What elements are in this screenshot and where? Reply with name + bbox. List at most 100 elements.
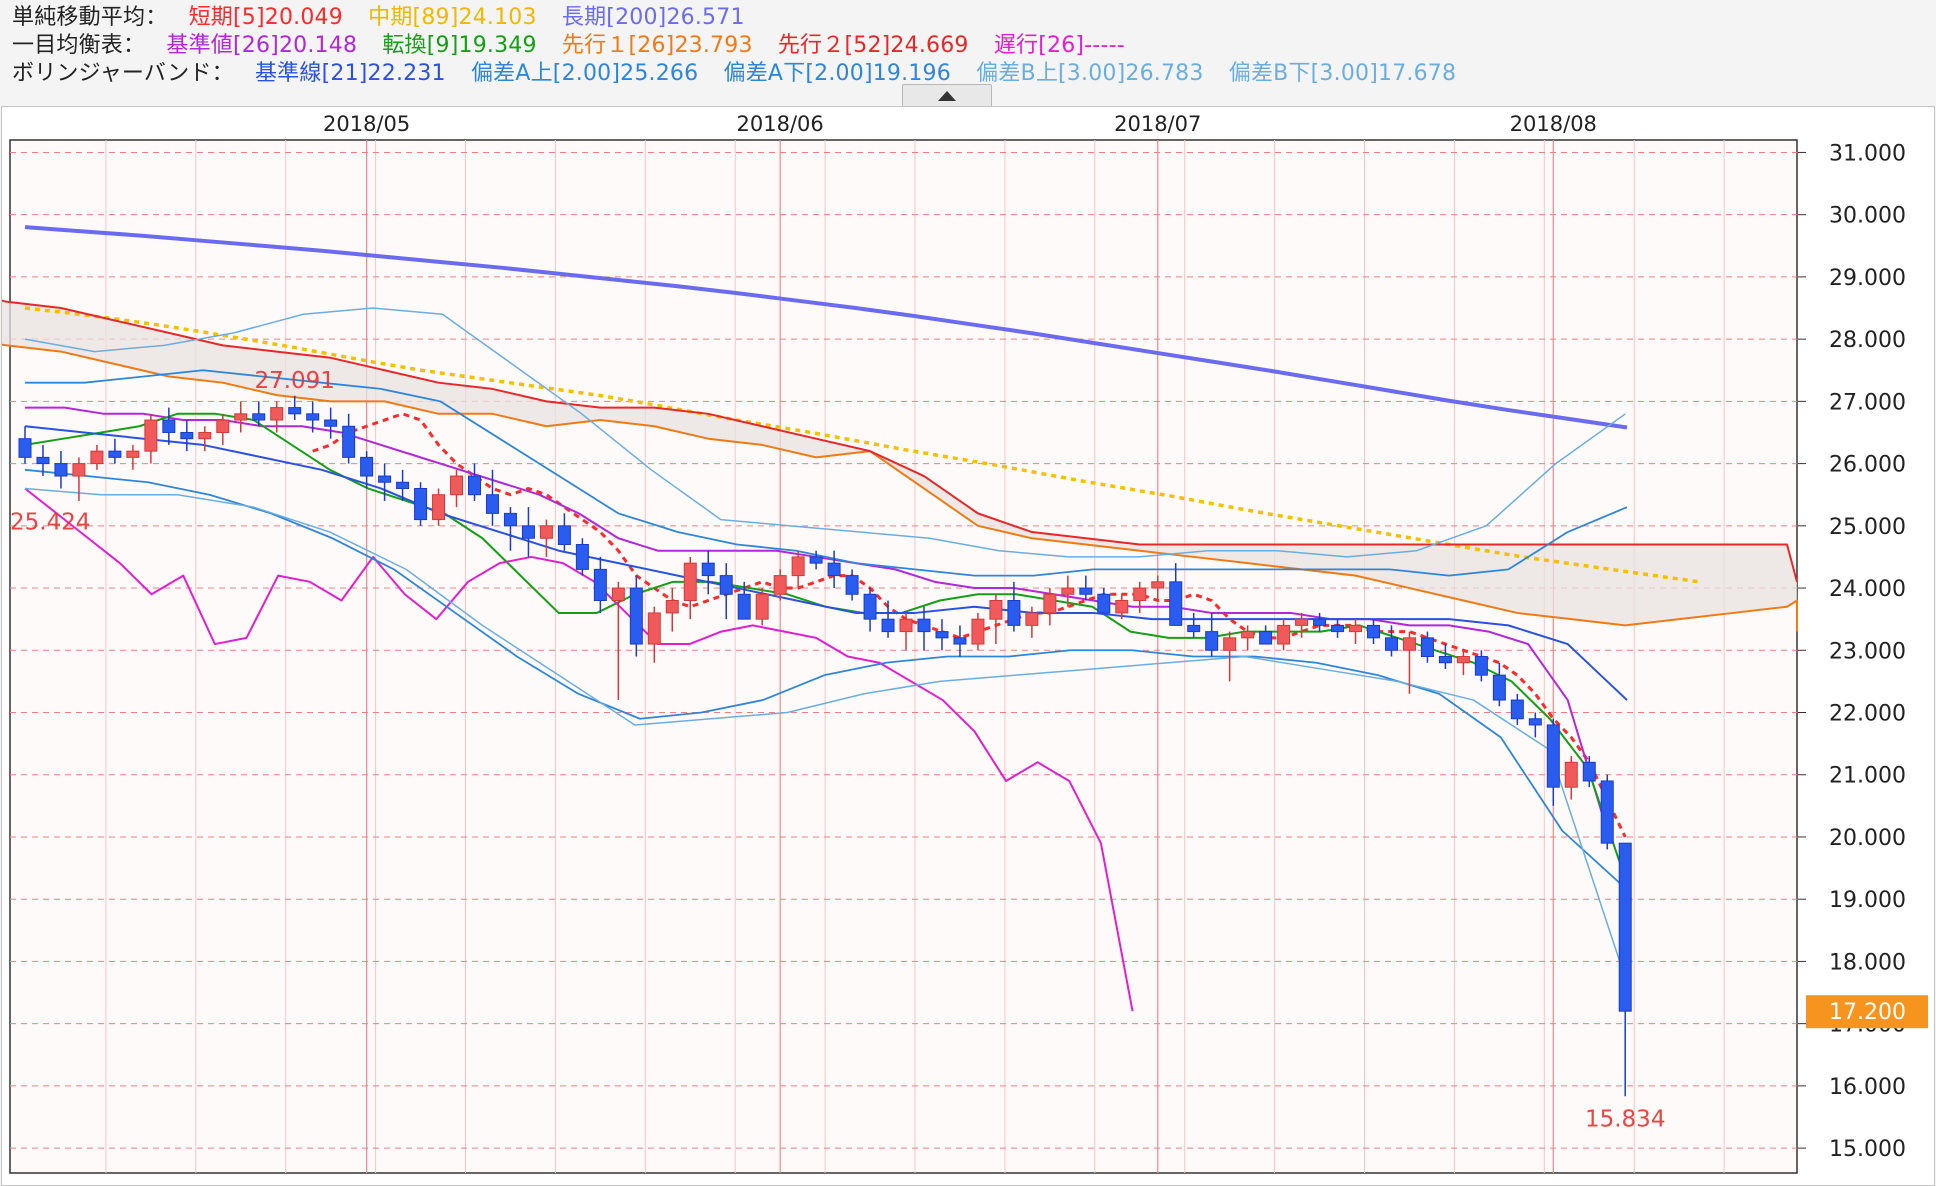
candle-body bbox=[396, 481, 410, 489]
candle-body bbox=[288, 407, 302, 415]
candle-body bbox=[1367, 624, 1380, 639]
candle-body bbox=[719, 575, 733, 595]
candle-body bbox=[521, 525, 535, 539]
chevron-up-icon bbox=[938, 91, 956, 101]
legend-bb-b-lower: 偏差B下[3.00]17.678 bbox=[1228, 61, 1457, 86]
candle-body bbox=[1007, 599, 1021, 626]
legend-row-ichimoku: 一目均衡表： 基準値[26]20.148 転換[9]19.349 先行１[26]… bbox=[12, 32, 1143, 60]
candle-body bbox=[917, 618, 931, 633]
candle-body bbox=[1223, 637, 1237, 651]
candle-body bbox=[1241, 631, 1255, 639]
candle-body bbox=[414, 487, 428, 521]
candle-body bbox=[1313, 618, 1327, 626]
current-price-label: 17.200 bbox=[1829, 1000, 1906, 1025]
y-tick-label-6: 25.000 bbox=[1829, 515, 1906, 540]
candle-body bbox=[432, 494, 446, 521]
candle-body bbox=[1510, 699, 1524, 720]
legend-ichimoku-chikou: 遅行[26]----- bbox=[993, 33, 1125, 58]
annotation-label-2: 15.834 bbox=[1585, 1106, 1665, 1132]
candle-body bbox=[989, 599, 1003, 620]
candle-body bbox=[72, 463, 86, 477]
candle-body bbox=[18, 438, 32, 458]
candle-body bbox=[629, 587, 643, 645]
x-tick-label-0: 2018/05 bbox=[323, 112, 410, 136]
candle-body bbox=[306, 413, 320, 421]
candle-body bbox=[809, 556, 823, 564]
legend-bb-b-upper: 偏差B上[3.00]26.783 bbox=[976, 61, 1204, 86]
candle-body bbox=[324, 419, 338, 427]
candle-body bbox=[827, 562, 841, 577]
candle-body bbox=[90, 450, 104, 465]
legend-bb-a-upper: 偏差A上[2.00]25.266 bbox=[470, 61, 699, 86]
candle-body bbox=[1600, 780, 1614, 844]
candle-body bbox=[863, 593, 877, 620]
legend-sma-long: 長期[200]26.571 bbox=[561, 5, 745, 30]
candle-body bbox=[1564, 761, 1578, 788]
candle-body bbox=[611, 587, 625, 601]
legend-sma-mid: 中期[89]24.103 bbox=[368, 5, 537, 30]
y-tick-label-0: 31.000 bbox=[1829, 141, 1906, 166]
candle-body bbox=[1205, 631, 1219, 651]
candle-body bbox=[180, 431, 194, 440]
y-tick-label-3: 28.000 bbox=[1829, 328, 1906, 353]
y-tick-label-15: 16.000 bbox=[1829, 1075, 1906, 1100]
candle-body bbox=[162, 419, 176, 433]
legend-ichimoku-senkou2: 先行２[52]24.669 bbox=[777, 33, 969, 58]
annotation-label-0: 27.091 bbox=[254, 368, 334, 394]
y-tick-label-1: 30.000 bbox=[1829, 204, 1906, 229]
candle-body bbox=[1618, 842, 1632, 1012]
chart-frame: 2018/05 2018/06 2018/07 2018/08 31.000 30.000… bbox=[1, 106, 1935, 1186]
y-tick-label-10: 21.000 bbox=[1829, 764, 1906, 789]
candle-body bbox=[791, 556, 805, 577]
candle-body bbox=[665, 599, 679, 614]
candle-body bbox=[1061, 587, 1075, 595]
candle-body bbox=[737, 593, 751, 620]
price-chart[interactable]: 2018/05 2018/06 2018/07 2018/08 31.000 30.000… bbox=[2, 107, 1934, 1185]
x-tick-label-1: 2018/06 bbox=[737, 112, 824, 136]
candle-body bbox=[773, 575, 787, 595]
candle-body bbox=[539, 525, 553, 539]
candle-body bbox=[1097, 593, 1111, 614]
candle-body bbox=[252, 413, 266, 421]
candle-body bbox=[1169, 581, 1183, 626]
candle-body bbox=[198, 431, 212, 440]
candle-body bbox=[485, 494, 499, 514]
candle-body bbox=[1402, 637, 1416, 651]
y-tick-label-2: 29.000 bbox=[1829, 266, 1906, 291]
legend-sma-short: 短期[5]20.049 bbox=[188, 5, 343, 30]
candle-body bbox=[593, 568, 607, 601]
candle-body bbox=[342, 425, 356, 458]
legend-bb-a-lower: 偏差A下[2.00]19.196 bbox=[723, 61, 951, 86]
candle-body bbox=[1420, 637, 1434, 657]
candle-body bbox=[1474, 656, 1488, 676]
candle-body bbox=[971, 618, 985, 645]
legend-ichimoku-senkou1: 先行１[26]23.793 bbox=[561, 33, 753, 58]
candle-body bbox=[1079, 587, 1093, 595]
y-tick-label-12: 19.000 bbox=[1829, 888, 1906, 913]
candle-body bbox=[1187, 624, 1201, 633]
y-tick-label-4: 27.000 bbox=[1829, 390, 1906, 415]
candle-body bbox=[1349, 624, 1363, 633]
candle-body bbox=[1582, 761, 1596, 782]
collapse-legend-button[interactable] bbox=[902, 84, 992, 108]
y-tick-label-5: 26.000 bbox=[1829, 453, 1906, 478]
candle-body bbox=[450, 475, 464, 496]
candle-body bbox=[36, 456, 50, 465]
legend-ichimoku-kijun: 基準値[26]20.148 bbox=[166, 33, 358, 58]
plot-area bbox=[9, 139, 1798, 1174]
candle-body bbox=[108, 450, 122, 458]
legend-ichimoku-tenkan: 転換[9]19.349 bbox=[382, 33, 537, 58]
candle-body bbox=[234, 413, 248, 421]
candle-body bbox=[557, 525, 571, 545]
y-tick-label-7: 24.000 bbox=[1829, 577, 1906, 602]
candle-body bbox=[503, 512, 517, 527]
candle-body bbox=[360, 456, 374, 477]
candle-body bbox=[144, 419, 158, 452]
candle-body bbox=[935, 631, 949, 639]
y-tick-label-9: 22.000 bbox=[1829, 702, 1906, 727]
candle-body bbox=[1295, 618, 1309, 626]
y-tick-label-8: 23.000 bbox=[1829, 639, 1906, 664]
candle-body bbox=[1259, 631, 1273, 645]
candle-body bbox=[1528, 718, 1542, 726]
legend-label-ichimoku: 一目均衡表： bbox=[12, 33, 146, 58]
